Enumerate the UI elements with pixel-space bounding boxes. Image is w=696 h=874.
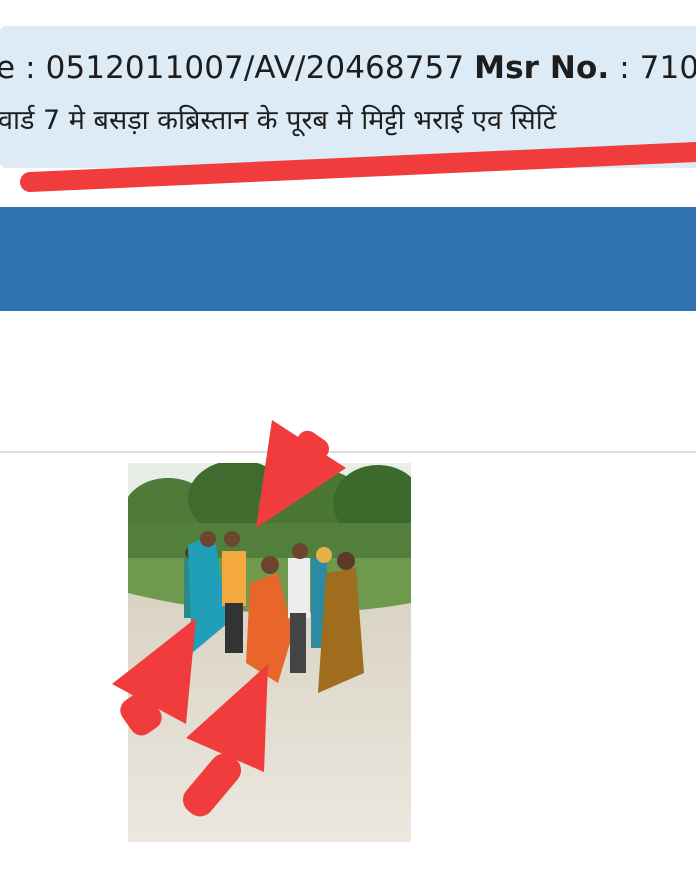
bottom-faded-text	[120, 866, 320, 874]
work-info-banner: e : 0512011007/AV/20468757 Msr No. : 710…	[0, 26, 696, 168]
work-description: वार्ड 7 मे बसड़ा कब्रिस्तान के पूरब मे म…	[0, 105, 557, 136]
msr-label: Msr No.	[474, 50, 610, 86]
work-code-line: e : 0512011007/AV/20468757 Msr No. : 710…	[0, 50, 696, 86]
msr-number: : 7108	[619, 50, 696, 86]
header-bar	[0, 207, 696, 311]
site-photo	[128, 463, 411, 842]
work-code-text: e : 0512011007/AV/20468757	[0, 50, 475, 86]
section-divider	[0, 451, 696, 453]
